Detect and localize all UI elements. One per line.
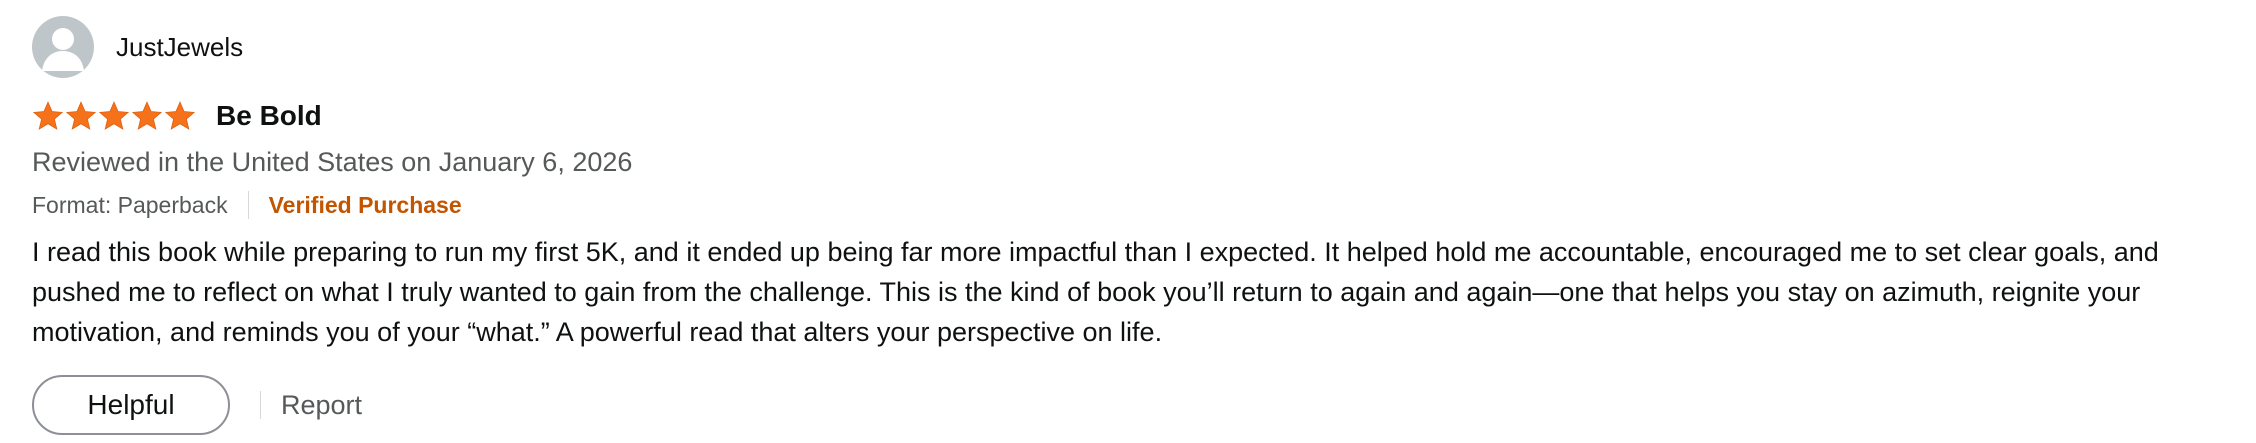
divider — [260, 391, 261, 420]
star-rating[interactable] — [32, 100, 196, 132]
format-row: Format: Paperback Verified Purchase — [32, 190, 2232, 220]
rating-title-row: Be Bold — [32, 98, 2232, 134]
customer-review: JustJewels Be Bold Reviewed in the Unite… — [32, 16, 2232, 436]
report-link[interactable]: Report — [281, 390, 362, 421]
review-actions: Helpful Report — [32, 374, 2232, 436]
star-icon — [32, 101, 64, 130]
review-date: Reviewed in the United States on January… — [32, 147, 633, 177]
default-avatar-icon[interactable] — [32, 16, 94, 78]
reviewer-name[interactable]: JustJewels — [116, 34, 243, 60]
reviewer-profile[interactable]: JustJewels — [32, 16, 2232, 78]
star-icon — [98, 101, 130, 130]
verified-purchase-badge: Verified Purchase — [268, 191, 462, 218]
star-icon — [164, 101, 196, 130]
helpful-button[interactable]: Helpful — [32, 375, 230, 436]
format-link[interactable]: Format: Paperback — [32, 192, 228, 219]
star-icon — [65, 101, 97, 130]
star-icon — [131, 101, 163, 130]
review-title[interactable]: Be Bold — [216, 102, 322, 130]
review-body: I read this book while preparing to run … — [32, 237, 2159, 348]
divider — [247, 191, 249, 220]
